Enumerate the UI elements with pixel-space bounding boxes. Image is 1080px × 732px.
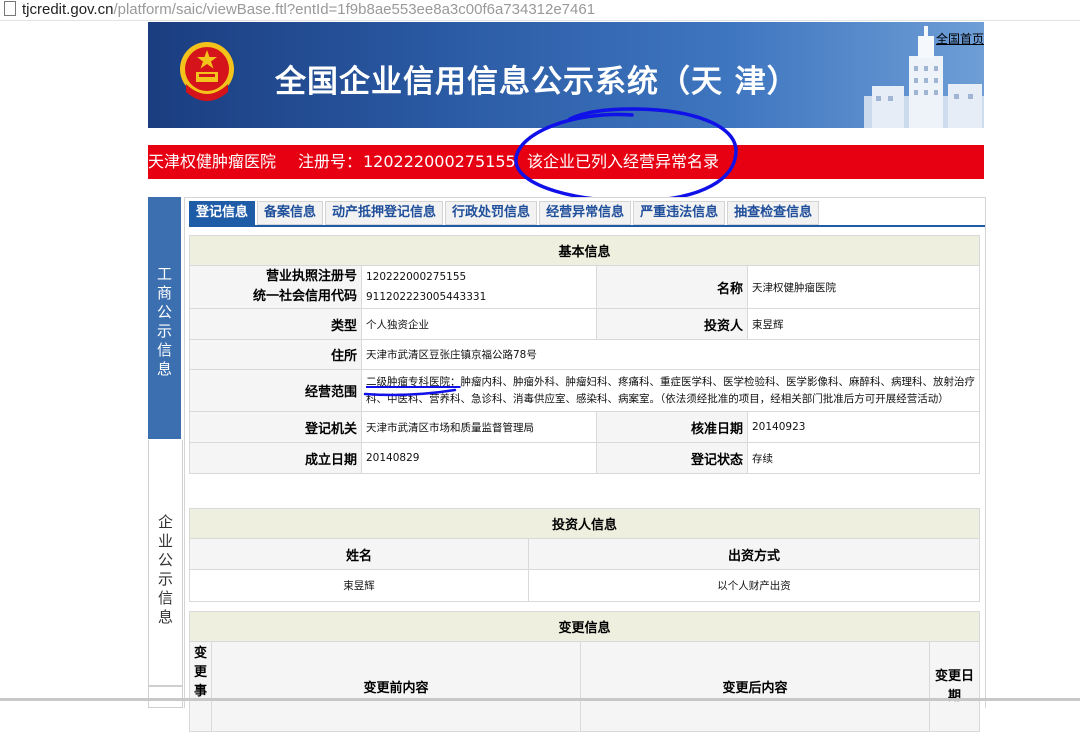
site-title: 全国企业信用信息公示系统（天 津） xyxy=(275,64,799,100)
authority-value: 天津市武清区市场和质量监督管理局 xyxy=(361,411,597,443)
scope-label: 经营范围 xyxy=(189,369,362,412)
status-label: 登记状态 xyxy=(596,442,748,474)
address-host: tjcredit.gov.cn xyxy=(22,1,114,18)
change-header: 变更信息 xyxy=(189,611,980,642)
found-date-label: 成立日期 xyxy=(189,442,362,474)
tab-filing[interactable]: 备案信息 xyxy=(257,201,324,225)
side-tab-label: 工商公示信息 xyxy=(156,265,172,378)
status-value: 存续 xyxy=(747,442,980,474)
basic-info-header: 基本信息 xyxy=(189,235,980,266)
site-banner: 全国企业信用信息公示系统（天 津） 全国首页 xyxy=(148,22,984,128)
company-name: 天津权健肿瘤医院 xyxy=(148,152,277,171)
tab-chattel-mortgage[interactable]: 动产抵押登记信息 xyxy=(325,201,444,225)
table-row: 束昱辉 以个人财产出资 xyxy=(189,569,980,602)
tab-bar: 登记信息 备案信息 动产抵押登记信息 行政处罚信息 经营异常信息 严重违法信息 抽查检查信息 xyxy=(189,201,821,225)
company-bar: 天津权健肿瘤医院 注册号： 120222000275155 该企业已列入经营异常… xyxy=(148,145,984,179)
address-label: 住所 xyxy=(189,339,362,370)
tab-abnormal[interactable]: 经营异常信息 xyxy=(539,201,632,225)
investor-header: 投资人信息 xyxy=(189,508,980,539)
change-table: 变更信息 变更事 变更前内容 变更后内容 变更日期 xyxy=(188,611,980,732)
address-bar[interactable]: tjcredit.gov.cn/platform/saic/viewBase.f… xyxy=(0,0,1080,21)
address-path: /platform/saic/viewBase.ftl?entId=1f9b8a… xyxy=(113,1,596,18)
license-no: 120222000275155 xyxy=(366,271,467,283)
reg-no-label: 注册号： xyxy=(298,152,363,171)
investor-table: 投资人信息 姓名 出资方式 束昱辉 以个人财产出资 xyxy=(189,508,980,602)
type-label: 类型 xyxy=(189,308,362,340)
investor-method: 以个人财产出资 xyxy=(528,569,980,602)
tab-underline xyxy=(189,225,985,227)
investor-col-name: 姓名 xyxy=(189,538,529,570)
side-tab-label: 企业公示信息 xyxy=(157,513,173,626)
found-date-value: 20140829 xyxy=(361,442,597,474)
side-tab-enterprise-info[interactable]: 企业公示信息 xyxy=(148,440,183,686)
main-content: 登记信息 备案信息 动产抵押登记信息 行政处罚信息 经营异常信息 严重违法信息 抽查检查信息… xyxy=(184,197,986,732)
license-no-label: 营业执照注册号 xyxy=(265,269,357,284)
tab-serious-violation[interactable]: 严重违法信息 xyxy=(633,201,726,225)
tab-registration[interactable]: 登记信息 xyxy=(189,201,256,225)
abnormal-alert: 该企业已列入经营异常名录 xyxy=(527,152,720,171)
investor-label: 投资人 xyxy=(596,308,748,340)
page-icon xyxy=(4,1,16,16)
company-name-value: 天津权健肿瘤医院 xyxy=(747,265,980,309)
approval-date-value: 20140923 xyxy=(747,411,980,443)
type-value: 个人独资企业 xyxy=(361,308,597,340)
side-tab-business-info[interactable]: 工商公示信息 xyxy=(148,197,181,439)
approval-date-label: 核准日期 xyxy=(596,411,748,443)
change-col-date: 变更日期 xyxy=(929,641,980,732)
national-emblem-icon xyxy=(180,42,234,101)
reg-no: 120222000275155 xyxy=(363,152,516,171)
name-label: 名称 xyxy=(596,265,748,309)
authority-label: 登记机关 xyxy=(189,411,362,443)
investor-value: 束昱辉 xyxy=(747,308,980,340)
home-link[interactable]: 全国首页 xyxy=(936,30,984,47)
change-col-item: 变更事 xyxy=(188,641,213,732)
tab-penalty[interactable]: 行政处罚信息 xyxy=(445,201,538,225)
side-tab-more[interactable] xyxy=(148,686,183,708)
credit-code-label: 统一社会信用代码 xyxy=(252,289,357,304)
license-values: 120222000275155 911202223005443331 xyxy=(361,265,597,309)
tab-inspection[interactable]: 抽查检查信息 xyxy=(727,201,820,225)
credit-code: 911202223005443331 xyxy=(366,291,487,303)
basic-info-table: 基本信息 营业执照注册号 统一社会信用代码 120222000275155 91… xyxy=(189,235,980,474)
scope-value: 二级肿瘤专科医院：肿瘤内科、肿瘤外科、肿瘤妇科、疼痛科、重症医学科、医学检验科、… xyxy=(361,369,980,412)
address-value: 天津市武清区豆张庄镇京福公路78号 xyxy=(361,339,980,370)
change-col-after: 变更后内容 xyxy=(580,641,931,732)
scope-highlight: 二级肿瘤专科医院： xyxy=(366,375,461,388)
investor-name: 束昱辉 xyxy=(189,569,529,602)
license-labels: 营业执照注册号 统一社会信用代码 xyxy=(189,265,362,309)
investor-col-method: 出资方式 xyxy=(528,538,980,570)
change-col-before: 变更前内容 xyxy=(211,641,582,732)
